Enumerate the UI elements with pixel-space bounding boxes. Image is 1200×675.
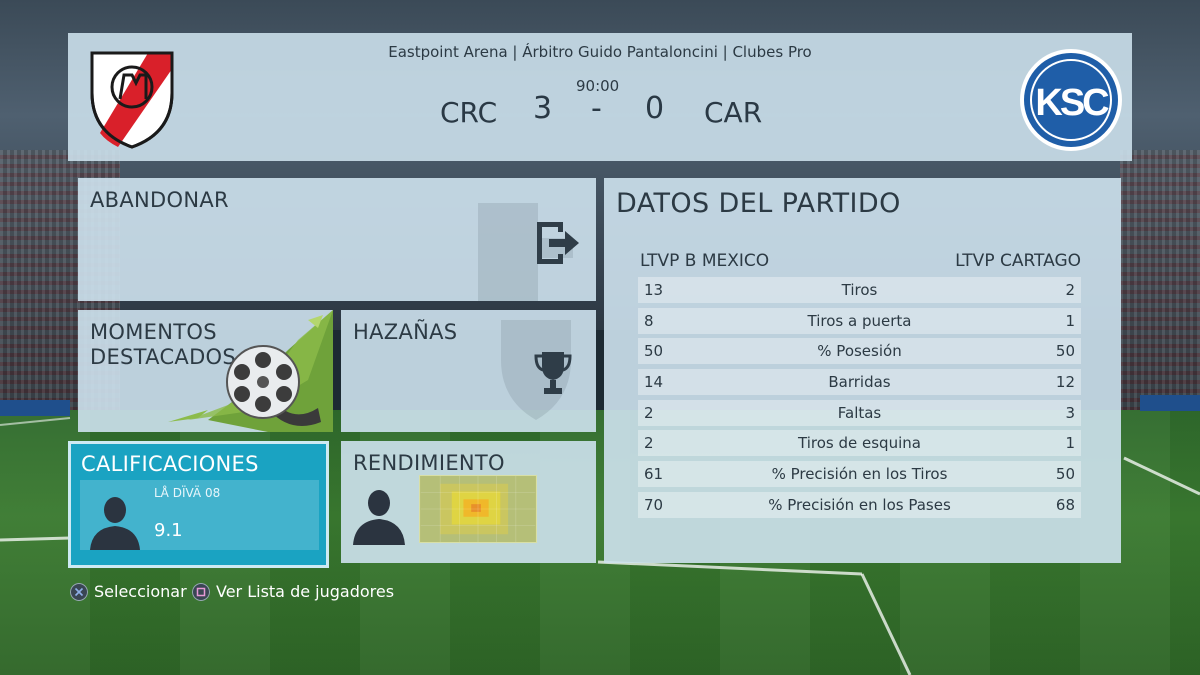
stat-label: Faltas bbox=[837, 403, 882, 422]
home-score: 3 bbox=[533, 91, 553, 126]
player-name: LÅ DÏVÄ 08 bbox=[154, 486, 221, 500]
stats-home-team: LTVP B MEXICO bbox=[640, 251, 770, 271]
stat-away-value: 1 bbox=[1065, 434, 1075, 453]
feats-tile[interactable]: HAZAÑAS bbox=[341, 310, 596, 432]
stat-away-value: 12 bbox=[1055, 373, 1075, 392]
stat-row: 50 % Posesión 50 bbox=[638, 338, 1081, 365]
heatmap bbox=[419, 475, 537, 543]
stat-row: 2 Tiros de esquina 1 bbox=[638, 430, 1081, 457]
stats-away-team: LTVP CARTAGO bbox=[955, 251, 1081, 271]
feats-label: HAZAÑAS bbox=[353, 320, 458, 344]
away-team-crest: KSC bbox=[1020, 49, 1122, 151]
stat-away-value: 1 bbox=[1065, 311, 1075, 330]
ratings-tile[interactable]: CALIFICACIONES LÅ DÏVÄ 08 9.1 bbox=[68, 441, 329, 568]
stat-row: 14 Barridas 12 bbox=[638, 369, 1081, 396]
stat-away-value: 50 bbox=[1055, 342, 1075, 361]
square-button-icon bbox=[192, 582, 210, 601]
stat-label: % Precisión en los Tiros bbox=[771, 465, 948, 484]
performance-tile[interactable]: RENDIMIENTO bbox=[341, 441, 596, 563]
score-separator: - bbox=[591, 91, 602, 126]
performance-label: RENDIMIENTO bbox=[353, 451, 505, 475]
stat-row: 70 % Precisión en los Pases 68 bbox=[638, 491, 1081, 518]
abandon-tile[interactable]: ABANDONAR bbox=[78, 178, 596, 301]
player-list-hint[interactable]: Ver Lista de jugadores bbox=[192, 582, 394, 601]
stat-label: % Posesión bbox=[817, 342, 902, 361]
stat-row: 13 Tiros 2 bbox=[638, 277, 1081, 303]
match-header: Eastpoint Arena | Árbitro Guido Pantalon… bbox=[68, 33, 1132, 161]
cross-button-icon bbox=[70, 582, 88, 601]
player-list-hint-label: Ver Lista de jugadores bbox=[216, 582, 395, 601]
top-player-card: LÅ DÏVÄ 08 9.1 bbox=[80, 480, 319, 550]
away-team-abbr: CAR bbox=[704, 96, 763, 129]
stats-title: DATOS DEL PARTIDO bbox=[616, 188, 901, 219]
stat-away-value: 68 bbox=[1055, 495, 1075, 514]
stat-label: Tiros bbox=[841, 281, 878, 299]
stat-away-value: 50 bbox=[1055, 465, 1075, 484]
select-hint[interactable]: Seleccionar bbox=[70, 582, 187, 601]
home-team-crest bbox=[90, 51, 174, 149]
stats-table: 13 Tiros 2 8 Tiros a puerta 1 50 % Poses… bbox=[638, 277, 1081, 523]
venue-referee-line: Eastpoint Arena | Árbitro Guido Pantalon… bbox=[388, 43, 812, 61]
film-reel-icon bbox=[226, 345, 321, 426]
highlights-label-line2: DESTACADOS bbox=[90, 345, 237, 369]
stat-label: % Precisión en los Pases bbox=[768, 495, 951, 514]
match-stats-panel: DATOS DEL PARTIDO LTVP B MEXICO LTVP CAR… bbox=[604, 178, 1121, 563]
highlights-tile[interactable]: MOMENTOS DESTACADOS bbox=[78, 310, 333, 432]
stat-away-value: 3 bbox=[1065, 403, 1075, 422]
svg-text:KSC: KSC bbox=[1035, 82, 1109, 124]
stat-label: Barridas bbox=[828, 373, 891, 392]
stat-label: Tiros a puerta bbox=[807, 311, 912, 330]
stat-label: Tiros de esquina bbox=[798, 434, 921, 453]
stat-row: 2 Faltas 3 bbox=[638, 399, 1081, 426]
home-team-abbr: CRC bbox=[440, 96, 498, 129]
player-silhouette-icon bbox=[90, 497, 140, 550]
stat-away-value: 2 bbox=[1065, 281, 1075, 299]
select-hint-label: Seleccionar bbox=[94, 582, 187, 601]
player-silhouette-icon bbox=[353, 490, 405, 545]
highlights-label-line1: MOMENTOS bbox=[90, 320, 217, 344]
exit-icon bbox=[537, 222, 579, 264]
stat-row: 61 % Precisión en los Tiros 50 bbox=[638, 461, 1081, 488]
ratings-label: CALIFICACIONES bbox=[81, 452, 259, 476]
stat-row: 8 Tiros a puerta 1 bbox=[638, 307, 1081, 334]
player-rating: 9.1 bbox=[154, 520, 183, 541]
trophy-icon bbox=[534, 352, 572, 394]
highlights-label: MOMENTOS DESTACADOS bbox=[90, 320, 236, 370]
abandon-label: ABANDONAR bbox=[90, 188, 229, 212]
away-score: 0 bbox=[645, 91, 665, 126]
